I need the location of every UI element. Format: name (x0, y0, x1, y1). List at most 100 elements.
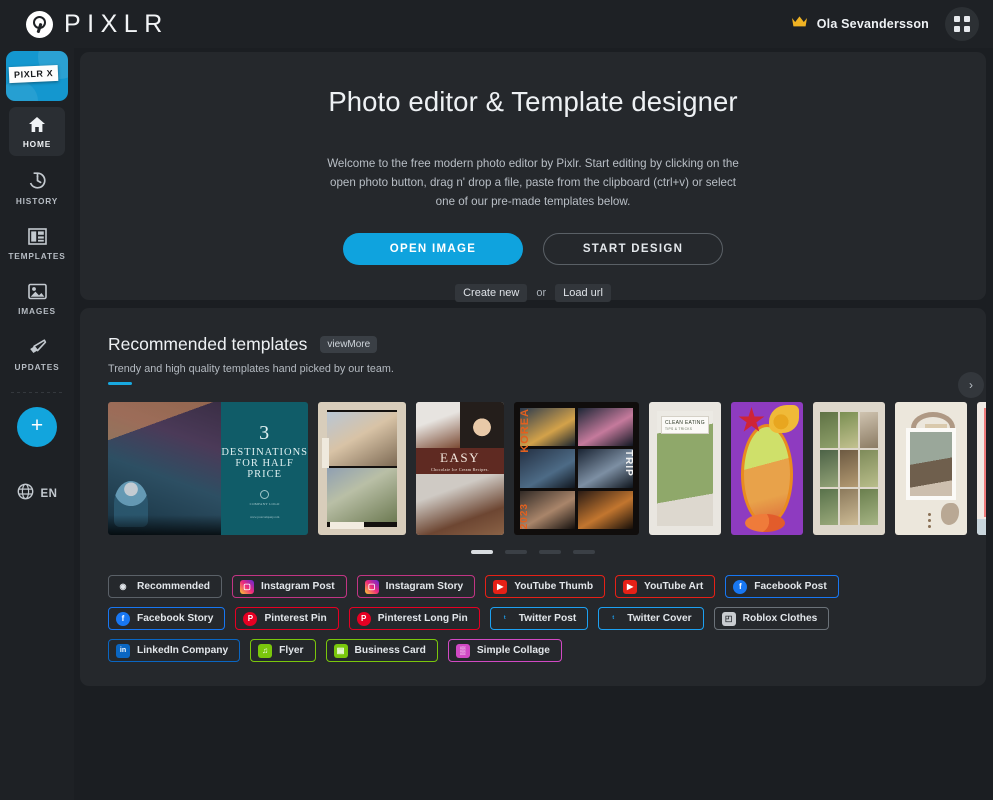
user-menu[interactable]: Ola Sevandersson (791, 15, 929, 33)
chip-recommended[interactable]: ◉ Recommended (108, 575, 223, 598)
create-new-link[interactable]: Create new (455, 284, 528, 303)
load-url-link[interactable]: Load url (555, 284, 611, 303)
start-design-button[interactable]: START DESIGN (543, 233, 723, 266)
chip-roblox-clothes[interactable]: ◰ Roblox Clothes (713, 607, 830, 630)
sidebar-label-templates: TEMPLATES (8, 251, 66, 261)
twitter-icon: ᵗ (503, 614, 506, 623)
chip-label: Facebook Story (137, 613, 214, 624)
linkedin-icon: in (116, 643, 130, 658)
template-clean-title: CLEAN EATING (665, 420, 705, 426)
chip-youtube-art[interactable]: ▶ YouTube Art (615, 575, 716, 598)
template-card-coffee-moodboard[interactable] (895, 402, 967, 535)
template-travel-line3: PRICE (247, 469, 283, 480)
sidebar-pixlr-x-banner[interactable]: PIXLR X (6, 51, 68, 101)
images-icon (27, 283, 47, 300)
chip-label: Recommended (137, 581, 211, 592)
chip-label: Facebook Post (754, 581, 827, 592)
chip-pinterest-pin[interactable]: P Pinterest Pin (235, 607, 339, 630)
collage-icon: ▒ (455, 643, 470, 658)
template-card-easy-ice-cream-recipes[interactable]: EASY Chocolate Ice Cream Recipes. (416, 402, 504, 535)
template-ice-subtitle: Chocolate Ice Cream Recipes. (431, 467, 489, 472)
add-new-button[interactable]: + (17, 407, 57, 447)
chip-linkedin-company[interactable]: in LinkedIn Company (108, 639, 241, 662)
cta-row: OPEN IMAGE START DESIGN (343, 233, 723, 266)
carousel-dot-4[interactable] (573, 550, 595, 554)
top-bar: PIXLR Ola Sevandersson (0, 0, 993, 48)
brand-name: PIXLR (64, 9, 169, 38)
chip-instagram-story[interactable]: ▢ Instagram Story (356, 575, 476, 598)
chip-facebook-story[interactable]: f Facebook Story (108, 607, 226, 630)
pinterest-icon: P (356, 611, 371, 626)
sidebar-item-history[interactable]: HISTORY (9, 162, 65, 213)
facebook-icon: f (116, 611, 130, 626)
template-travel-logo-icon (260, 490, 270, 499)
template-travel-number: 3 (259, 422, 271, 444)
template-travel-line1: DESTINATIONS (221, 447, 308, 458)
sidebar-item-updates[interactable]: UPDATES (9, 329, 65, 379)
templates-title: Recommended templates (108, 334, 308, 354)
language-selector[interactable]: EN (17, 483, 58, 505)
chip-twitter-post[interactable]: ᵗ Twitter Post (489, 607, 589, 630)
history-icon (28, 171, 47, 190)
chip-business-card[interactable]: ▤ Business Card (325, 639, 438, 662)
open-image-button[interactable]: OPEN IMAGE (343, 233, 523, 266)
template-korea-title: KOREA (519, 408, 531, 453)
template-card-travel-destinations[interactable]: 3 DESTINATIONS FOR HALF PRICE COMPANY LO… (108, 402, 308, 535)
template-card-paper-nine-grid-collage[interactable] (813, 402, 885, 535)
sidebar-label-updates: UPDATES (14, 362, 60, 372)
carousel-dot-2[interactable] (505, 550, 527, 554)
chip-simple-collage[interactable]: ▒ Simple Collage (447, 639, 562, 662)
template-travel-line2: FOR HALF (235, 458, 294, 469)
carousel-pagination (80, 550, 986, 554)
template-korea-year: 2023 (519, 502, 530, 529)
template-clean-subtitle: TIPS & TRICKS (665, 427, 693, 431)
or-label: or (536, 287, 547, 300)
sidebar-divider (11, 392, 63, 393)
chip-pinterest-long-pin[interactable]: P Pinterest Long Pin (348, 607, 480, 630)
template-travel-company: COMPANY LOGO (249, 502, 280, 506)
view-more-button[interactable]: viewMore (320, 336, 378, 353)
mini-links-row: Create new or Load url (455, 284, 611, 303)
chip-label: YouTube Thumb (514, 581, 594, 592)
template-card-clean-eating-tips[interactable]: CLEAN EATING TIPS & TRICKS (649, 402, 721, 535)
sidebar: PIXLR X HOME HISTORY TEMPLATES IMAGES UP… (0, 48, 74, 800)
template-card-korea-trip-collage[interactable]: KOREA TRIP 2023 (514, 402, 639, 535)
flyer-icon: ♫ (258, 643, 273, 658)
template-photo (108, 402, 222, 535)
chip-twitter-cover[interactable]: ᵗ Twitter Cover (598, 607, 704, 630)
template-korea-trip: TRIP (623, 450, 634, 477)
page-title: Photo editor & Template designer (328, 86, 738, 117)
template-card-pink-frame-template[interactable] (977, 402, 986, 535)
pixlr-mark-icon (26, 10, 53, 38)
youtube-icon: ▶ (623, 579, 638, 594)
template-card-purple-flower-portrait[interactable] (731, 402, 803, 535)
twitter-icon: ᵗ (612, 614, 615, 623)
pinterest-icon: P (243, 611, 258, 626)
sidebar-label-history: HISTORY (15, 196, 59, 206)
sidebar-item-templates[interactable]: TEMPLATES (8, 219, 66, 268)
sidebar-label-home: HOME (22, 139, 52, 149)
chip-label: Twitter Cover (627, 613, 692, 624)
chip-facebook-post[interactable]: f Facebook Post (725, 575, 839, 598)
templates-carousel[interactable]: 3 DESTINATIONS FOR HALF PRICE COMPANY LO… (80, 402, 986, 535)
pixlr-logo[interactable]: PIXLR (26, 10, 169, 39)
chip-flyer[interactable]: ♫ Flyer (250, 639, 316, 662)
apps-grid-icon[interactable] (945, 7, 979, 41)
youtube-icon: ▶ (493, 579, 508, 594)
template-card-film-strip-couple[interactable] (318, 402, 406, 535)
hero-panel: Photo editor & Template designer Welcome… (80, 52, 986, 303)
chip-label: Instagram Post (261, 581, 335, 592)
eye-icon: ◉ (119, 582, 127, 591)
sidebar-item-images[interactable]: IMAGES (9, 274, 65, 323)
template-travel-url: www.yourcompany.com (250, 515, 280, 519)
chip-youtube-thumb[interactable]: ▶ YouTube Thumb (485, 575, 606, 598)
carousel-next-button[interactable]: › (958, 372, 984, 398)
sidebar-item-home[interactable]: HOME (9, 107, 65, 156)
chip-instagram-post[interactable]: ▢ Instagram Post (232, 575, 347, 598)
carousel-dot-1[interactable] (471, 550, 493, 554)
templates-icon (27, 228, 47, 245)
templates-accent-bar (108, 382, 132, 385)
chip-label: Pinterest Pin (264, 613, 327, 624)
carousel-dot-3[interactable] (539, 550, 561, 554)
user-area: Ola Sevandersson (791, 7, 979, 41)
